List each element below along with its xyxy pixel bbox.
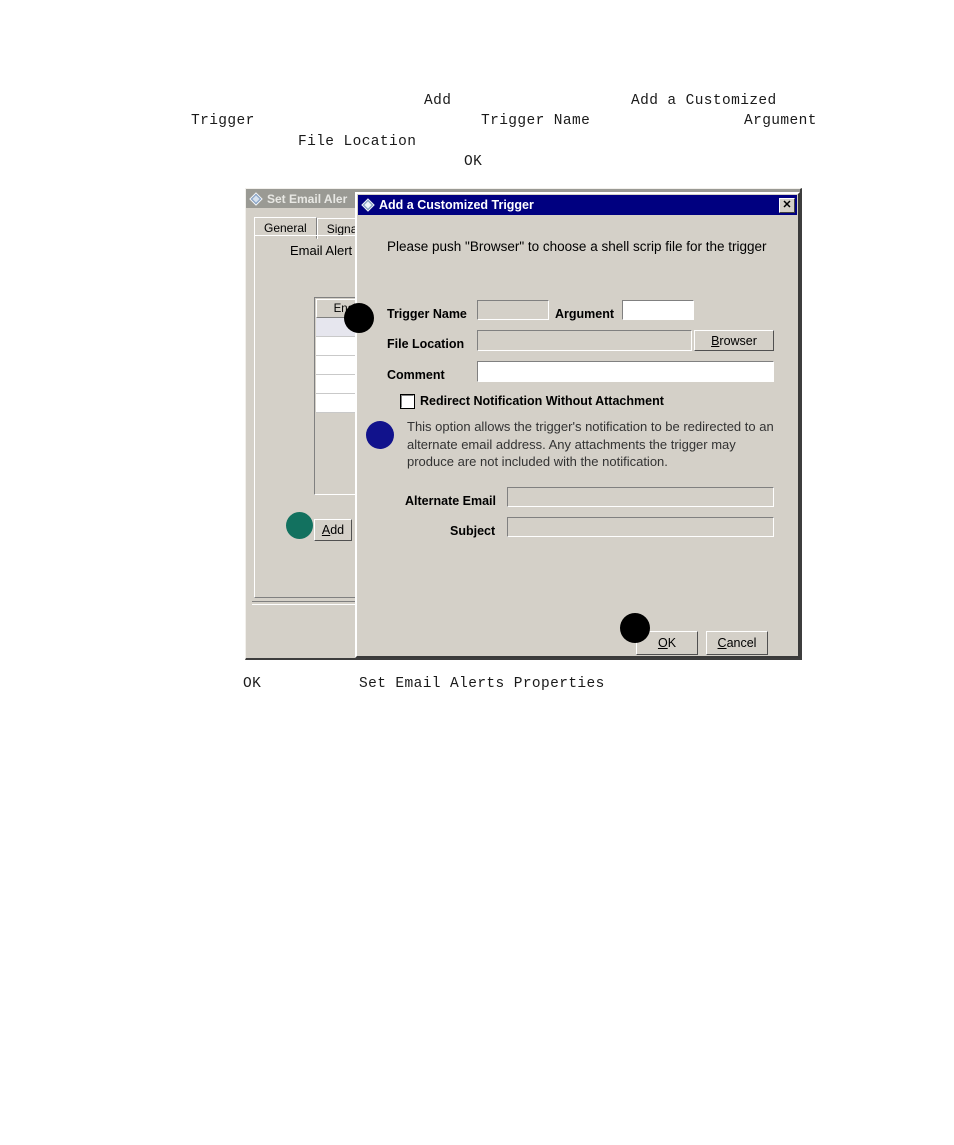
subject-label: Subject xyxy=(450,524,496,538)
alternate-email-input[interactable] xyxy=(507,487,774,507)
redirect-description-text: This option allows the trigger's notific… xyxy=(407,419,774,469)
add-customized-trigger-dialog[interactable]: Add a Customized Trigger ✕ Please push "… xyxy=(355,192,800,658)
doc-line: OK xyxy=(243,676,262,692)
doc-line: Add xyxy=(424,93,452,109)
comment-label: Comment xyxy=(387,368,445,382)
doc-line: Argument xyxy=(744,113,817,129)
dialog-body: Please push "Browser" to choose a shell … xyxy=(357,216,798,656)
dialog-title: Add a Customized Trigger xyxy=(379,198,534,212)
file-location-input[interactable] xyxy=(477,330,692,351)
ok-button-label-rest: K xyxy=(667,636,677,650)
annotation-dot-black-file-location xyxy=(344,303,374,333)
add-button-label-rest: dd xyxy=(330,523,345,537)
close-icon[interactable]: ✕ xyxy=(779,197,795,213)
trigger-name-label: Trigger Name xyxy=(387,307,467,321)
subject-input[interactable] xyxy=(507,517,774,537)
doc-line: Set Email Alerts Properties xyxy=(359,676,605,692)
dialog-button-bar: OK Cancel xyxy=(357,631,798,655)
doc-line: File Location xyxy=(298,134,417,150)
argument-label: Argument xyxy=(555,307,615,321)
annotation-dot-blue-redirect xyxy=(366,421,394,449)
browser-button-label-rest: rowser xyxy=(719,333,757,348)
doc-line: Trigger xyxy=(191,113,255,129)
doc-line: Add a Customized xyxy=(631,93,777,109)
annotation-dot-teal-add xyxy=(286,512,313,539)
ok-button-mnemonic: O xyxy=(657,636,668,650)
add-button[interactable]: Add xyxy=(314,519,352,541)
background-window-title: Set Email Aler xyxy=(267,191,348,206)
cancel-button[interactable]: Cancel xyxy=(706,631,768,655)
file-location-label: File Location xyxy=(387,337,465,351)
diamond-icon xyxy=(361,198,375,212)
diamond-icon xyxy=(249,191,263,206)
redirect-notification-checkbox-row[interactable]: Redirect Notification Without Attachment xyxy=(400,393,664,409)
alternate-email-label: Alternate Email xyxy=(405,494,497,508)
argument-input[interactable] xyxy=(622,300,694,320)
doc-line: OK xyxy=(464,154,483,170)
redirect-notification-label: Redirect Notification Without Attachment xyxy=(420,394,664,408)
cancel-button-label-rest: ancel xyxy=(726,636,757,650)
cancel-button-mnemonic: C xyxy=(717,636,727,650)
redirect-notification-checkbox[interactable] xyxy=(400,393,415,409)
dialog-titlebar[interactable]: Add a Customized Trigger ✕ xyxy=(358,195,797,215)
doc-line: Trigger Name xyxy=(481,113,591,129)
trigger-name-input[interactable] xyxy=(477,300,549,320)
dialog-instruction-text: Please push "Browser" to choose a shell … xyxy=(387,239,767,254)
browser-button-mnemonic: B xyxy=(711,333,720,348)
add-button-mnemonic: A xyxy=(321,523,331,537)
comment-input[interactable] xyxy=(477,361,774,382)
annotation-dot-black-ok xyxy=(620,613,650,643)
email-alert-group-label: Email Alert xyxy=(290,243,353,258)
browser-button[interactable]: Browser xyxy=(694,330,774,351)
